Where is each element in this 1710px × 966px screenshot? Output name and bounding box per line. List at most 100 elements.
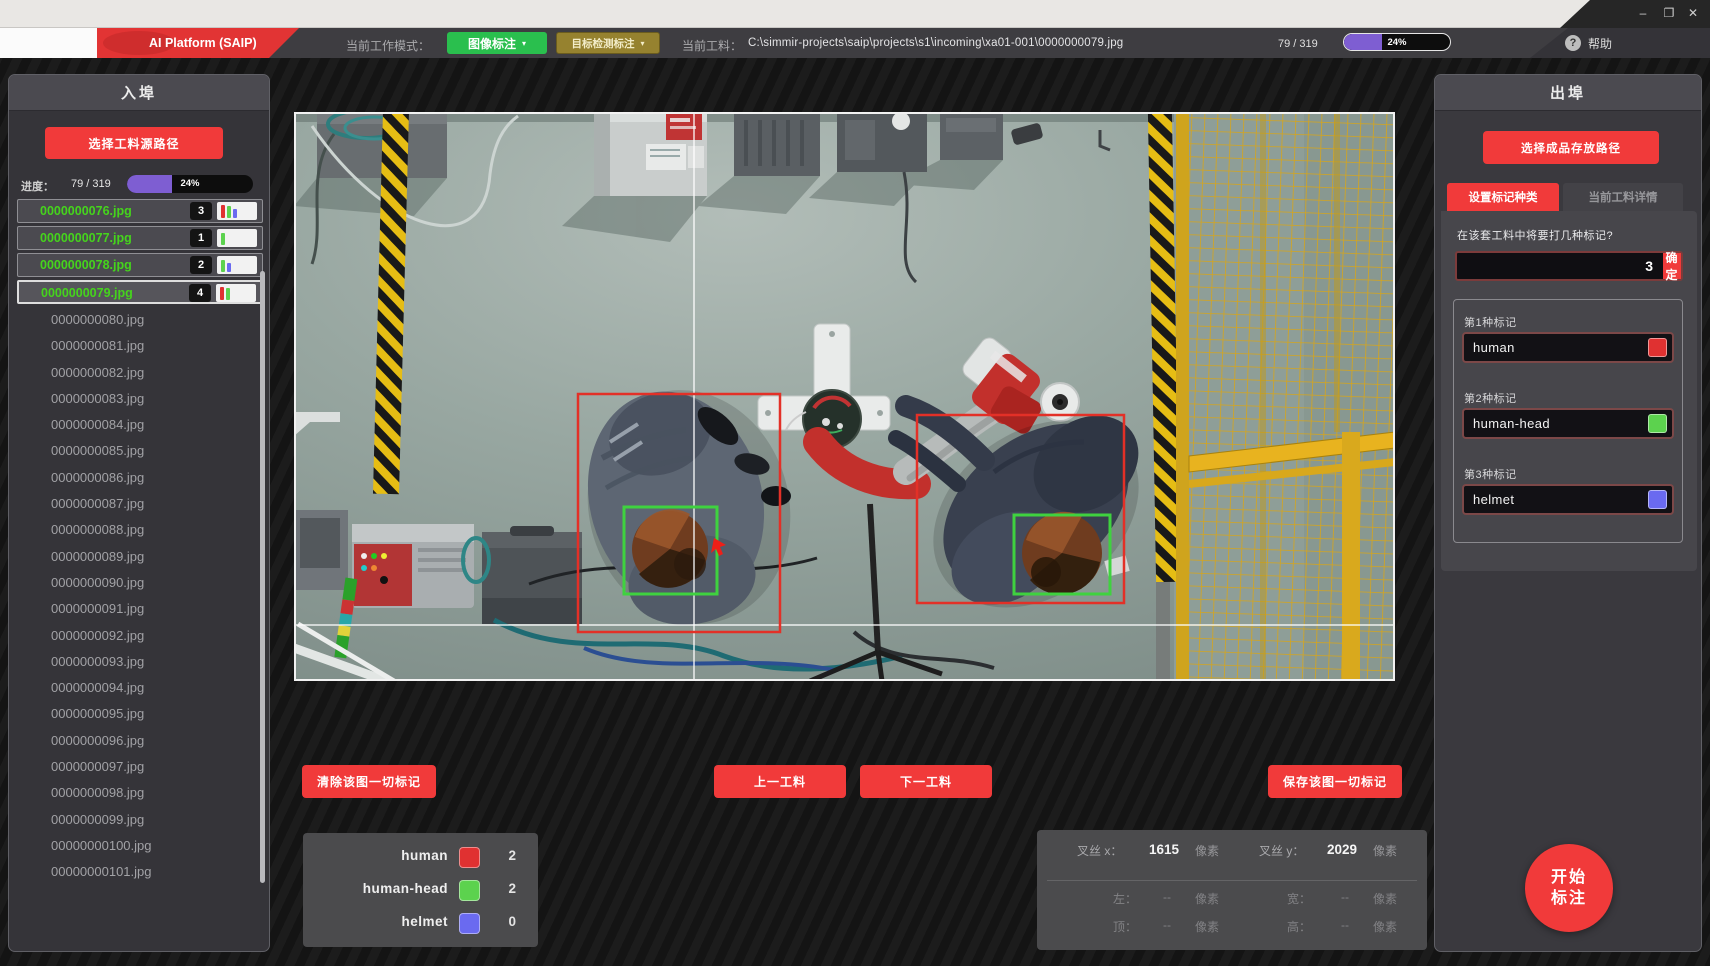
- file-row[interactable]: 0000000077.jpg1: [17, 226, 263, 250]
- legend-class-label: human: [401, 848, 448, 863]
- file-list-item[interactable]: 0000000096.jpg: [17, 728, 263, 754]
- file-list-item[interactable]: 0000000090.jpg: [17, 570, 263, 596]
- close-icon[interactable]: ✕: [1682, 3, 1704, 23]
- green-class-bar: [221, 260, 225, 272]
- file-list-item[interactable]: 0000000099.jpg: [17, 807, 263, 833]
- select-source-path-button[interactable]: 选择工料源路径: [45, 127, 223, 159]
- label-type-section: 第3种标记 helmet: [1454, 452, 1682, 528]
- current-file-label: 当前工料：: [682, 37, 742, 54]
- label-type-title: 第3种标记: [1464, 466, 1517, 482]
- box-height-value: --: [1341, 918, 1349, 932]
- legend-row: human-head 2: [303, 874, 538, 907]
- file-list-item[interactable]: 0000000081.jpg: [17, 333, 263, 359]
- minimize-icon[interactable]: –: [1632, 3, 1654, 23]
- file-row[interactable]: 0000000078.jpg2: [17, 253, 263, 277]
- file-list-item[interactable]: 0000000097.jpg: [17, 754, 263, 780]
- mode-secondary-label: 目标检测标注: [571, 36, 634, 51]
- chevron-down-icon: ▾: [522, 39, 526, 48]
- legend-class-count: 2: [508, 848, 516, 863]
- file-list-item[interactable]: 0000000085.jpg: [17, 438, 263, 464]
- unit-label: 像素: [1195, 918, 1219, 935]
- legend-row: human 2: [303, 841, 538, 874]
- mode-detection-annotation-button[interactable]: 目标检测标注 ▾: [556, 32, 660, 54]
- legend-class-label: human-head: [363, 881, 448, 896]
- file-list-item[interactable]: 0000000083.jpg: [17, 386, 263, 412]
- annotation-count-badge: 1: [190, 229, 212, 247]
- file-list-item[interactable]: 0000000098.jpg: [17, 780, 263, 806]
- unit-label: 像素: [1373, 890, 1397, 907]
- sidebar-progress-bar: 24%: [127, 175, 253, 193]
- unit-label: 像素: [1195, 890, 1219, 907]
- box-left-value: --: [1163, 890, 1171, 904]
- file-list-item[interactable]: 0000000086.jpg: [17, 465, 263, 491]
- help-icon: ?: [1565, 35, 1581, 51]
- file-list-item[interactable]: 0000000092.jpg: [17, 623, 263, 649]
- tab-set-label-types[interactable]: 设置标记种类: [1447, 183, 1559, 211]
- label-types-groupbox: 第1种标记 human 第2种标记 human-head 第3种标记 helme…: [1453, 299, 1683, 543]
- select-output-path-button[interactable]: 选择成品存放路径: [1483, 131, 1659, 164]
- confirm-button[interactable]: 确定: [1663, 253, 1681, 279]
- file-list-item[interactable]: 0000000084.jpg: [17, 412, 263, 438]
- box-top-value: --: [1163, 918, 1171, 932]
- label-name-input[interactable]: human-head: [1462, 408, 1674, 439]
- label-type-title: 第1种标记: [1464, 314, 1517, 330]
- label-name-input[interactable]: helmet: [1462, 484, 1674, 515]
- legend-class-label: helmet: [401, 914, 448, 929]
- mode-primary-label: 图像标注: [468, 35, 516, 52]
- blue-class-bar: [227, 263, 231, 272]
- file-row[interactable]: 0000000079.jpg4: [17, 280, 263, 304]
- label-color-swatch[interactable]: [1648, 414, 1667, 433]
- label-color-swatch[interactable]: [1648, 338, 1667, 357]
- file-list-item[interactable]: 00000000100.jpg: [17, 833, 263, 859]
- header-progress-percent: 24%: [1344, 37, 1450, 48]
- green-class-bar: [227, 206, 231, 218]
- unit-label: 像素: [1373, 842, 1397, 859]
- file-list-item[interactable]: 0000000087.jpg: [17, 491, 263, 517]
- crosshair-y-label: 叉丝 y：: [1259, 842, 1304, 859]
- import-sidebar: 入埠 选择工料源路径 进度： 79 / 319 24% 0000000076.j…: [8, 74, 270, 952]
- label-color-swatch[interactable]: [1648, 490, 1667, 509]
- label-count-input[interactable]: [1457, 253, 1663, 279]
- current-file-path: C:\simmir-projects\saip\projects\s1\inco…: [748, 37, 1123, 49]
- previous-file-button[interactable]: 上一工料: [714, 765, 846, 798]
- file-row[interactable]: 0000000076.jpg3: [17, 199, 263, 223]
- file-list-scrollbar[interactable]: [260, 271, 265, 883]
- file-list-item[interactable]: 0000000089.jpg: [17, 544, 263, 570]
- progress-row: 进度： 79 / 319 24%: [19, 175, 261, 193]
- export-panel-title: 出埠: [1435, 75, 1701, 111]
- save-annotations-button[interactable]: 保存该图一切标记: [1268, 765, 1402, 798]
- label-name-input[interactable]: human: [1462, 332, 1674, 363]
- label-count-question: 在该套工料中将要打几种标记?: [1457, 227, 1613, 243]
- file-list-item[interactable]: 0000000094.jpg: [17, 675, 263, 701]
- class-distribution-chart: [216, 284, 256, 302]
- label-count-input-group: 确定: [1455, 251, 1683, 281]
- header-progress-bar: 24%: [1343, 33, 1451, 51]
- annotation-canvas[interactable]: [294, 112, 1395, 681]
- file-list-item[interactable]: 0000000080.jpg: [17, 307, 263, 333]
- legend-row: helmet 0: [303, 907, 538, 940]
- legend-color-swatch: [459, 880, 480, 901]
- mode-image-annotation-button[interactable]: 图像标注 ▾: [447, 32, 547, 54]
- help-button[interactable]: ? 帮助: [1565, 28, 1685, 58]
- file-list-item[interactable]: 0000000082.jpg: [17, 360, 263, 386]
- clear-annotations-button[interactable]: 清除该图一切标记: [302, 765, 436, 798]
- sidebar-progress-percent: 24%: [127, 178, 253, 189]
- file-list-item[interactable]: 0000000095.jpg: [17, 701, 263, 727]
- box-top-label: 顶：: [1113, 918, 1137, 935]
- file-list-item[interactable]: 0000000091.jpg: [17, 596, 263, 622]
- header-progress-count: 79 / 319: [1278, 38, 1318, 50]
- file-list-item[interactable]: 0000000093.jpg: [17, 649, 263, 675]
- start-annotation-button[interactable]: 开始 标注: [1525, 844, 1613, 932]
- next-file-button[interactable]: 下一工料: [860, 765, 992, 798]
- file-name: 0000000076.jpg: [40, 204, 132, 218]
- file-list-item[interactable]: 0000000088.jpg: [17, 517, 263, 543]
- tab-current-file-details[interactable]: 当前工料详情: [1563, 183, 1683, 211]
- maximize-icon[interactable]: ❐: [1658, 3, 1680, 23]
- workspace-photo[interactable]: [294, 112, 1395, 681]
- mode-label: 当前工作模式：: [346, 37, 430, 54]
- box-height-label: 高：: [1287, 918, 1311, 935]
- class-legend-panel: human 2human-head 2helmet 0: [303, 833, 538, 947]
- file-list-item[interactable]: 00000000101.jpg: [17, 859, 263, 885]
- app-header: AI Platform (SAIP) 当前工作模式： 图像标注 ▾ 目标检测标注…: [0, 28, 1710, 58]
- green-class-bar: [221, 233, 225, 245]
